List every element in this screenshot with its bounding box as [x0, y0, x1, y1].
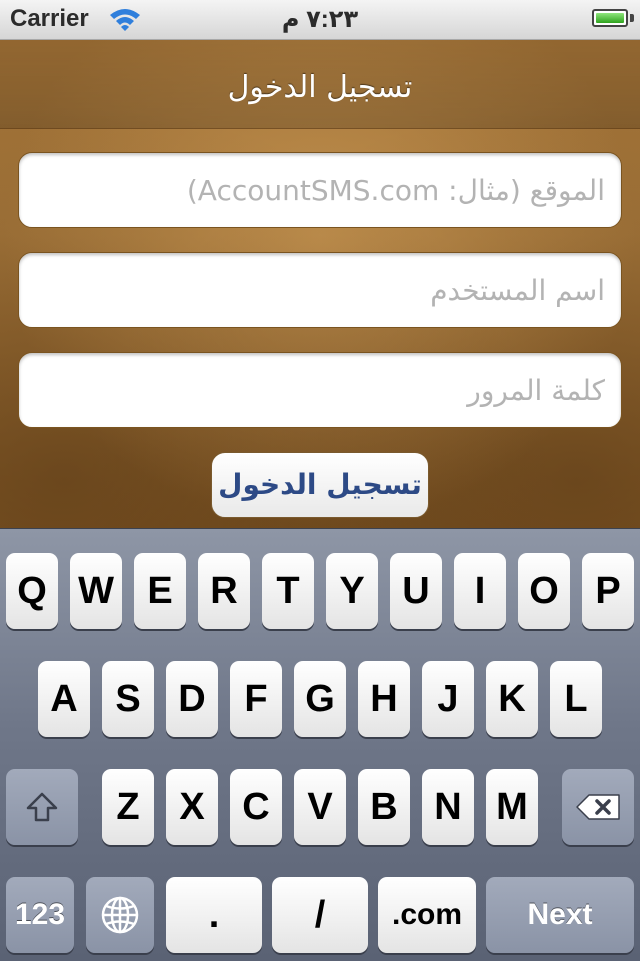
dotcom-key[interactable]: .com	[378, 877, 476, 953]
dot-key[interactable]: .	[166, 877, 262, 953]
key-j[interactable]: J	[422, 661, 474, 737]
status-time: ٧:٢٣ م	[281, 6, 359, 33]
delete-key[interactable]	[562, 769, 634, 845]
keyboard: Q W E R T Y U I O P A S D F G H J K L Z …	[0, 528, 640, 961]
page-title: تسجيل الدخول	[227, 70, 413, 105]
slash-key[interactable]: /	[272, 877, 368, 953]
next-key[interactable]: Next	[486, 877, 634, 953]
key-g[interactable]: G	[294, 661, 346, 737]
key-i[interactable]: I	[454, 553, 506, 629]
shift-key[interactable]	[6, 769, 78, 845]
globe-icon	[101, 896, 139, 934]
login-screen: تسجيل الدخول تسجيل الدخول	[0, 40, 640, 528]
key-y[interactable]: Y	[326, 553, 378, 629]
battery-tip	[630, 14, 634, 22]
key-w[interactable]: W	[70, 553, 122, 629]
key-u[interactable]: U	[390, 553, 442, 629]
key-h[interactable]: H	[358, 661, 410, 737]
site-field[interactable]	[18, 152, 622, 228]
key-e[interactable]: E	[134, 553, 186, 629]
key-n[interactable]: N	[422, 769, 474, 845]
key-r[interactable]: R	[198, 553, 250, 629]
password-input[interactable]	[19, 353, 621, 427]
key-c[interactable]: C	[230, 769, 282, 845]
key-o[interactable]: O	[518, 553, 570, 629]
login-button[interactable]: تسجيل الدخول	[211, 452, 429, 518]
site-input[interactable]	[19, 153, 621, 227]
password-field[interactable]	[18, 352, 622, 428]
key-k[interactable]: K	[486, 661, 538, 737]
key-q[interactable]: Q	[6, 553, 58, 629]
battery-fill	[596, 13, 624, 23]
battery-icon	[592, 9, 628, 27]
key-a[interactable]: A	[38, 661, 90, 737]
status-bar: Carrier ٧:٢٣ م	[0, 0, 640, 40]
numbers-key[interactable]: 123	[6, 877, 74, 953]
globe-key[interactable]	[86, 877, 154, 953]
key-p[interactable]: P	[582, 553, 634, 629]
key-z[interactable]: Z	[102, 769, 154, 845]
key-m[interactable]: M	[486, 769, 538, 845]
key-f[interactable]: F	[230, 661, 282, 737]
key-s[interactable]: S	[102, 661, 154, 737]
key-v[interactable]: V	[294, 769, 346, 845]
username-field[interactable]	[18, 252, 622, 328]
key-x[interactable]: X	[166, 769, 218, 845]
navigation-bar: تسجيل الدخول	[0, 40, 640, 129]
key-b[interactable]: B	[358, 769, 410, 845]
key-t[interactable]: T	[262, 553, 314, 629]
backspace-icon	[576, 794, 620, 820]
key-d[interactable]: D	[166, 661, 218, 737]
shift-icon	[26, 792, 58, 822]
username-input[interactable]	[19, 253, 621, 327]
key-l[interactable]: L	[550, 661, 602, 737]
